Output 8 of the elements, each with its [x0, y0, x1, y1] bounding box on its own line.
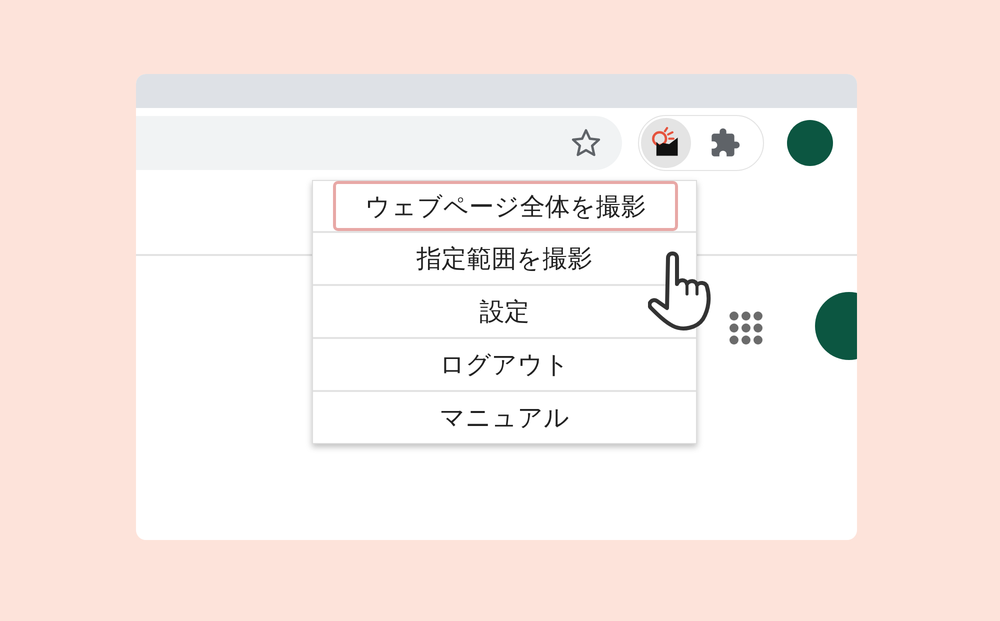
- puzzle-icon[interactable]: [709, 127, 741, 159]
- menu-item[interactable]: ウェブページ全体を撮影: [333, 181, 678, 231]
- menu-item[interactable]: マニュアル: [313, 390, 696, 443]
- apps-grid-icon[interactable]: [729, 311, 763, 345]
- menu-item[interactable]: ログアウト: [313, 337, 696, 390]
- star-icon[interactable]: [570, 127, 602, 159]
- profile-avatar[interactable]: [787, 120, 833, 166]
- extension-button[interactable]: [641, 118, 691, 168]
